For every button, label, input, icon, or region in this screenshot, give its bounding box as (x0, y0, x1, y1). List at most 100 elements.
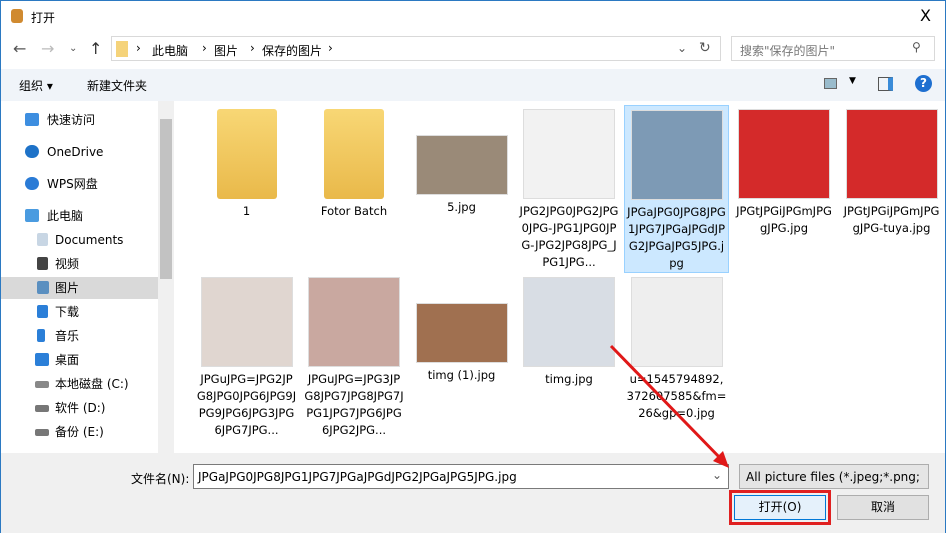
filetype-select[interactable]: All picture files (*.jpeg;*.png; (739, 464, 929, 489)
music-icon (37, 329, 45, 342)
file-item[interactable]: JPGaJPG0JPG8JPG1JPG7JPGaJPGdJPG2JPGaJPG5… (624, 105, 729, 273)
video-icon (37, 257, 48, 270)
open-button[interactable]: 打开(O) (729, 490, 831, 525)
back-button[interactable]: ← (13, 39, 26, 58)
file-name: JPG2JPG0JPG2JPG0JPG-JPG1JPG0JPG-JPG2JPG8… (519, 204, 619, 269)
filename-value: JPGaJPG0JPG8JPG1JPG7JPGaJPGdJPG2JPGaJPG5… (198, 470, 517, 484)
image-thumbnail (415, 135, 508, 195)
sidebar-item-this-pc[interactable]: 此电脑 (1, 205, 158, 227)
new-folder-button[interactable]: 新建文件夹 (87, 77, 147, 94)
preview-pane-icon[interactable] (878, 77, 893, 91)
folder-icon (324, 109, 384, 199)
file-item[interactable]: u=1545794892,372607585&fm=26&gp=0.jpg (624, 273, 729, 445)
sidebar-item-label: 桌面 (55, 353, 80, 367)
sidebar-item-drive-d[interactable]: 软件 (D:) (1, 397, 158, 419)
image-thumbnail (308, 277, 400, 367)
address-dropdown[interactable]: ⌄ (677, 41, 687, 55)
recent-dropdown[interactable]: ⌄ (69, 43, 77, 54)
file-name: timg.jpg (545, 372, 593, 386)
sidebar-item-desktop[interactable]: 桌面 (1, 349, 158, 371)
sidebar-item-quick-access[interactable]: 快速访问 (1, 109, 158, 131)
view-icon[interactable] (824, 78, 837, 89)
filename-input[interactable]: JPGaJPG0JPG8JPG1JPG7JPGaJPGdJPG2JPGaJPG5… (193, 464, 729, 489)
crumb-pictures[interactable]: 图片 (214, 42, 238, 59)
window-title: 打开 (31, 11, 56, 25)
sidebar-item-label: WPS网盘 (47, 177, 98, 191)
address-bar[interactable]: › 此电脑 › 图片 › 保存的图片 › ⌄ ↻ (111, 36, 721, 61)
star-icon (25, 113, 39, 126)
organize-button[interactable]: 组织 ▾ (19, 77, 53, 94)
file-name: 1 (242, 204, 251, 218)
file-item[interactable]: JPGtJPGiJPGmJPGgJPG.jpg (732, 105, 837, 273)
drive-icon (35, 381, 49, 388)
sidebar-item-videos[interactable]: 视频 (1, 253, 158, 275)
sidebar-item-drive-e[interactable]: 备份 (E:) (1, 421, 158, 443)
image-thumbnail (630, 110, 723, 200)
refresh-button[interactable]: ↻ (699, 40, 711, 56)
file-name: JPGtJPGiJPGmJPGgJPG.jpg (736, 204, 832, 235)
file-item[interactable]: JPGuJPG=JPG3JPG8JPG7JPG8JPG7JPG1JPG7JPG6… (302, 273, 407, 445)
scrollbar-thumb[interactable] (160, 119, 172, 279)
sidebar-item-pictures[interactable]: 图片 (1, 277, 158, 299)
close-button[interactable]: X (920, 6, 931, 25)
sidebar-item-label: 视频 (55, 257, 80, 271)
sidebar-item-label: OneDrive (47, 145, 104, 159)
title-bar: 打开 X (1, 1, 945, 33)
image-thumbnail (630, 277, 723, 367)
forward-button[interactable]: → (41, 39, 54, 58)
file-name: JPGtJPGiJPGmJPGgJPG-tuya.jpg (843, 204, 940, 235)
sidebar-item-music[interactable]: 音乐 (1, 325, 158, 347)
filetype-value: All picture files (*.jpeg;*.png; (746, 470, 920, 484)
drive-icon (35, 405, 49, 412)
help-icon[interactable]: ? (915, 75, 932, 92)
sidebar-scrollbar[interactable] (158, 101, 174, 453)
file-name: JPGuJPG=JPG3JPG8JPG7JPG8JPG7JPG1JPG7JPG6… (304, 372, 404, 437)
folder-item[interactable]: Fotor Batch (302, 105, 407, 273)
document-icon (37, 233, 48, 246)
sidebar-item-downloads[interactable]: 下载 (1, 301, 158, 323)
sidebar-item-label: 下载 (55, 305, 80, 319)
file-list: 1 Fotor Batch 5.jpg JPG2JPG0JPG2JPG0JPG-JPG… (174, 101, 945, 453)
sidebar-item-label: Documents (55, 233, 124, 247)
file-item[interactable]: JPGtJPGiJPGmJPGgJPG-tuya.jpg (839, 105, 944, 273)
view-dropdown[interactable]: ▼ (849, 76, 856, 86)
toolbar: 组织 ▾ 新建文件夹 ▼ ? (1, 69, 945, 101)
download-icon (37, 305, 48, 318)
folder-icon (116, 41, 128, 57)
file-item[interactable]: JPGuJPG=JPG2JPG8JPG0JPG6JPG9JPG9JPG6JPG3… (194, 273, 299, 445)
up-button[interactable]: ↑ (89, 39, 102, 58)
image-thumbnail (845, 109, 938, 199)
file-name: u=1545794892,372607585&fm=26&gp=0.jpg (626, 372, 727, 420)
cloud-icon (25, 177, 39, 190)
sidebar-item-label: 此电脑 (47, 209, 84, 223)
sidebar-item-label: 图片 (55, 281, 80, 295)
sidebar-item-label: 本地磁盘 (C:) (55, 377, 129, 391)
drive-icon (35, 429, 49, 436)
file-name: JPGaJPG0JPG8JPG1JPG7JPGaJPGdJPG2JPGaJPG5… (627, 205, 726, 270)
computer-icon (25, 209, 39, 222)
sidebar-item-wps[interactable]: WPS网盘 (1, 173, 158, 195)
search-placeholder: 搜索"保存的图片" (740, 44, 836, 58)
navigation-pane: 快速访问 OneDrive WPS网盘 此电脑 Documents 视频 图片 … (1, 101, 158, 453)
crumb-saved-pictures[interactable]: 保存的图片 (262, 42, 322, 59)
sidebar-item-drive-c[interactable]: 本地磁盘 (C:) (1, 373, 158, 395)
app-icon (11, 9, 23, 23)
sidebar-item-label: 音乐 (55, 329, 80, 343)
sidebar-item-label: 软件 (D:) (55, 401, 106, 415)
file-item[interactable]: timg (1).jpg (409, 273, 514, 445)
file-item[interactable]: JPG2JPG0JPG2JPG0JPG-JPG1JPG0JPG-JPG2JPG8… (517, 105, 622, 273)
image-thumbnail (738, 109, 830, 199)
crumb-this-pc[interactable]: 此电脑 (152, 42, 188, 59)
folder-icon (216, 109, 277, 199)
folder-item[interactable]: 1 (194, 105, 299, 273)
sidebar-item-documents[interactable]: Documents (1, 229, 158, 251)
image-thumbnail (523, 277, 615, 367)
image-thumbnail (200, 277, 293, 367)
cancel-button[interactable]: 取消 (837, 495, 929, 520)
file-item[interactable]: 5.jpg (409, 105, 514, 273)
file-item[interactable]: timg.jpg (517, 273, 622, 445)
file-name: Fotor Batch (320, 204, 388, 218)
search-input[interactable]: 搜索"保存的图片" ⚲ (731, 36, 935, 61)
sidebar-item-label: 备份 (E:) (55, 425, 104, 439)
sidebar-item-onedrive[interactable]: OneDrive (1, 141, 158, 163)
